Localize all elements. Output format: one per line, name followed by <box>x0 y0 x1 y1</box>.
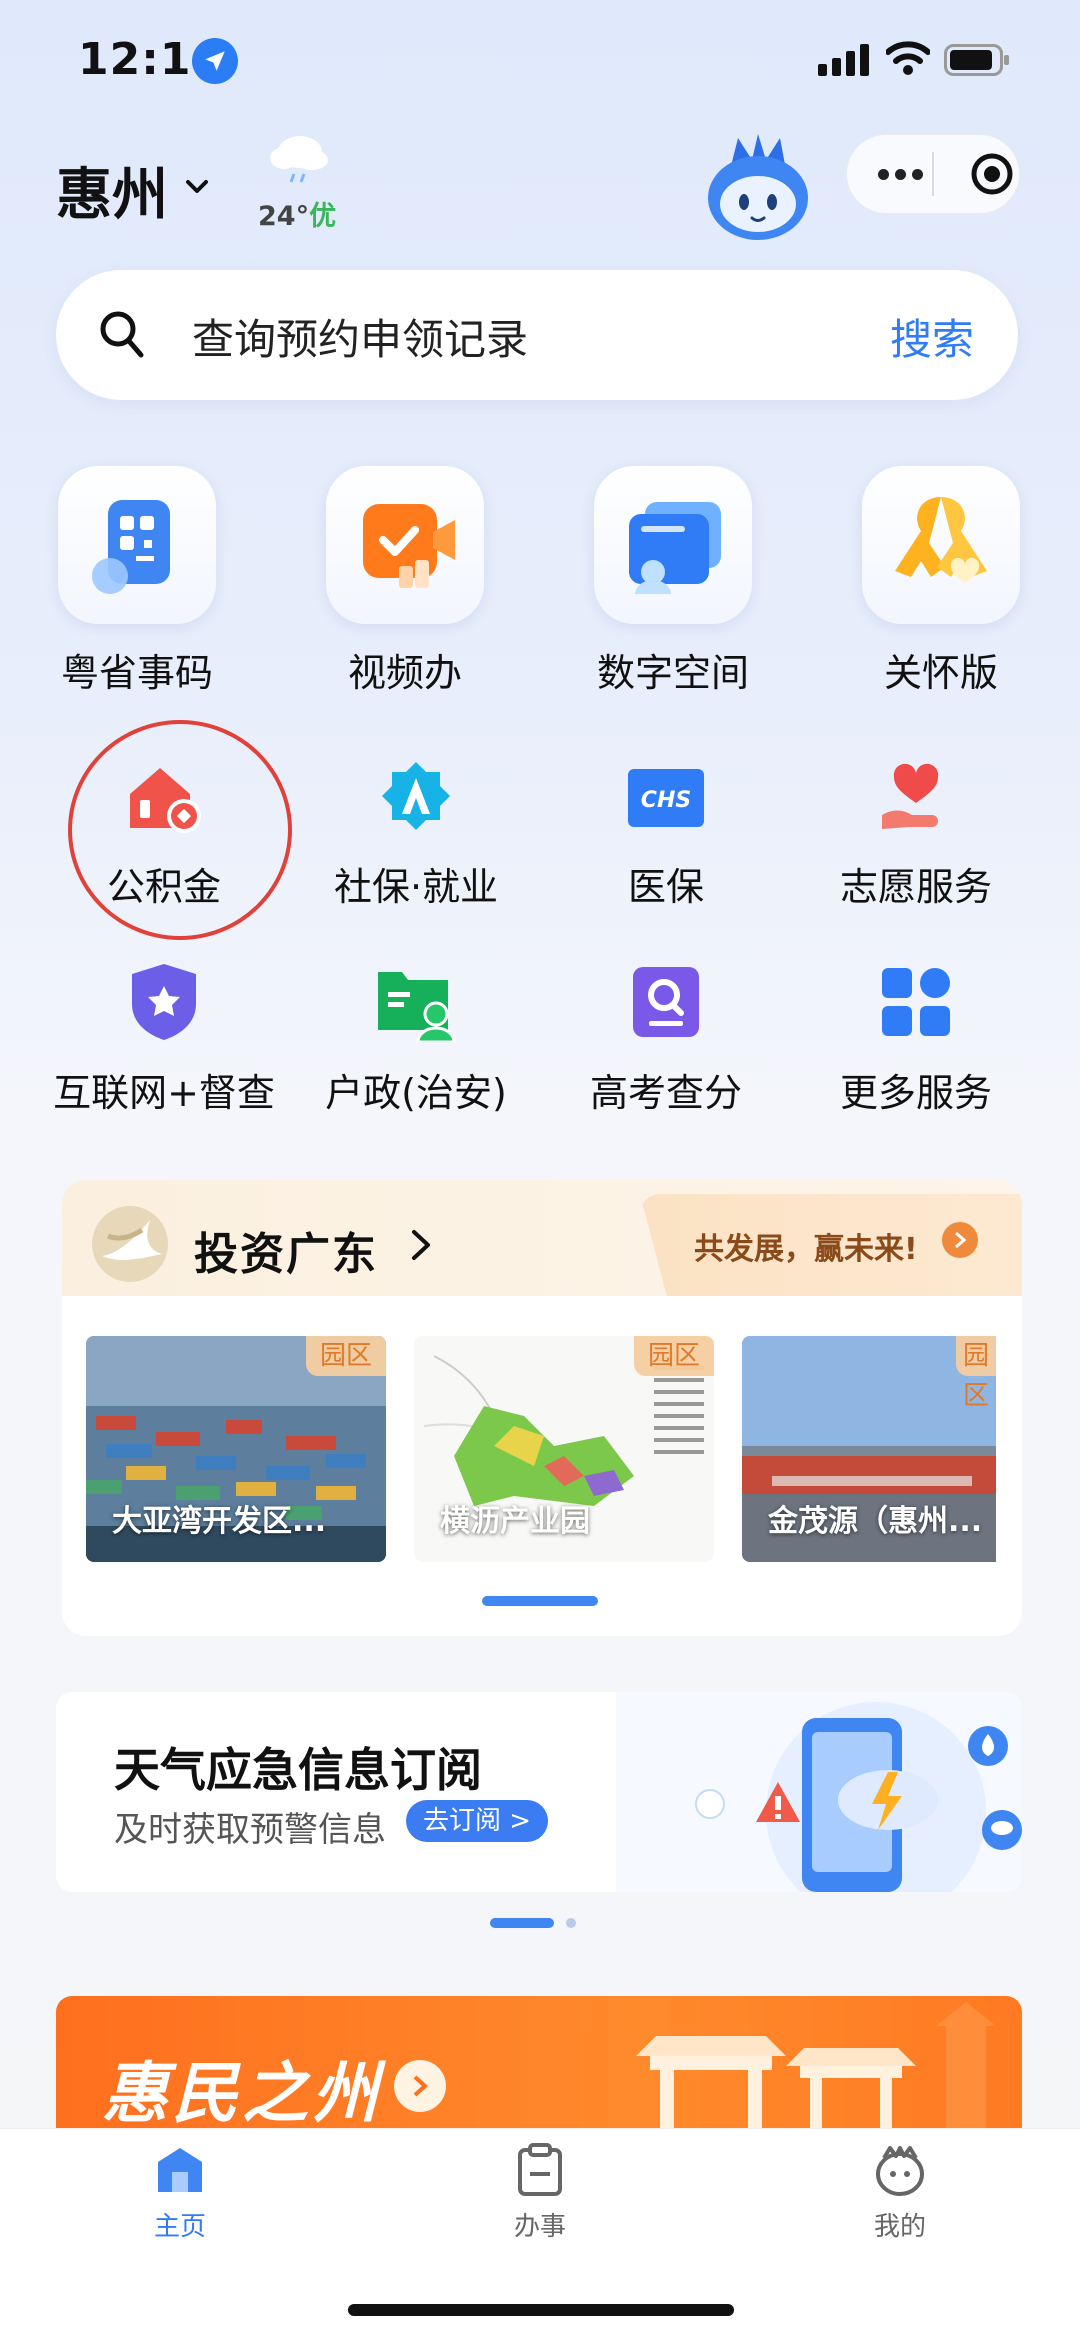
tab-tasks[interactable]: 办事 <box>440 2142 640 2243</box>
volunteer-icon[interactable] <box>876 758 956 838</box>
tile-video[interactable] <box>326 466 484 624</box>
tab-label: 我的 <box>873 2212 926 2242</box>
tile-digital-space[interactable] <box>594 466 752 624</box>
park-card[interactable]: 园区 横沥产业园 <box>414 1336 714 1562</box>
cloud-rain-icon <box>270 136 328 183</box>
social-security-icon[interactable] <box>376 758 456 838</box>
arrow-right-circle-icon[interactable] <box>942 1222 978 1258</box>
invest-title[interactable]: 投资广东 <box>194 1218 378 1282</box>
tile-qr-code[interactable] <box>58 466 216 624</box>
digital-space-icon <box>594 466 752 624</box>
care-ribbon-icon <box>862 466 1020 624</box>
tab-home[interactable]: 主页 <box>80 2142 280 2243</box>
signal-icon <box>818 44 869 76</box>
park-name: 横沥产业园 <box>440 1504 590 1539</box>
qr-code-icon <box>58 466 216 624</box>
tile-label: 关怀版 <box>883 651 998 695</box>
park-name: 大亚湾开发区... <box>112 1504 327 1539</box>
chevron-down-icon[interactable] <box>182 172 212 202</box>
more-services-icon[interactable] <box>876 962 956 1042</box>
park-card[interactable]: 园区 金茂源（惠州... <box>742 1336 996 1562</box>
assistant-mascot-icon[interactable] <box>700 130 816 244</box>
close-miniapp-icon[interactable] <box>968 150 1016 198</box>
air-quality: 优 <box>309 201 337 232</box>
supervision-shield-icon[interactable] <box>124 962 204 1042</box>
arrow-right-circle-icon[interactable] <box>394 2060 446 2112</box>
chevron-right-icon[interactable] <box>408 1228 434 1262</box>
wifi-icon <box>886 41 930 75</box>
park-card[interactable]: 园区 大亚湾开发区... <box>86 1336 386 1562</box>
home-indicator <box>348 2304 734 2316</box>
tile-label: 数字空间 <box>596 651 749 695</box>
park-tag: 园区 <box>634 1336 714 1376</box>
park-tag: 园区 <box>956 1336 996 1411</box>
tile-care[interactable] <box>862 466 1020 624</box>
tab-label: 主页 <box>153 2212 206 2242</box>
highlight-circle <box>68 720 292 940</box>
park-tag: 园区 <box>306 1336 386 1376</box>
banner-page-indicator-active <box>490 1918 554 1928</box>
banner-subtitle: 及时获取预警信息 <box>114 1810 386 1850</box>
capsule-divider <box>932 152 934 196</box>
tile-label: 粤省事码 <box>60 651 213 695</box>
search-input[interactable]: 查询预约申领记录 <box>192 306 528 367</box>
service-label[interactable]: 医保 <box>536 856 796 911</box>
home-icon <box>158 2148 202 2192</box>
carousel-indicator <box>482 1596 598 1606</box>
banner-title: 天气应急信息订阅 <box>114 1743 482 1797</box>
battery-icon <box>944 44 1009 76</box>
temperature: 24° <box>258 201 310 232</box>
banner-page-indicator <box>566 1918 576 1928</box>
video-call-icon <box>326 466 484 624</box>
profile-mascot-icon <box>876 2146 924 2196</box>
weather-alert-banner[interactable]: 天气应急信息订阅 及时获取预警信息 去订阅 > <box>56 1692 1022 1892</box>
service-label[interactable]: 志愿服务 <box>786 856 1046 911</box>
tile-label: 视频办 <box>347 651 462 695</box>
search-icon <box>100 311 144 358</box>
service-label[interactable]: 社保·就业 <box>286 856 546 911</box>
medical-insurance-icon[interactable]: CHS <box>626 758 706 838</box>
weather-info[interactable]: 24°优 <box>258 194 336 233</box>
household-registration-icon[interactable] <box>376 962 456 1042</box>
invest-logo-icon <box>92 1206 168 1282</box>
chs-badge: CHS <box>641 788 691 813</box>
service-label[interactable]: 高考查分 <box>536 1062 796 1117</box>
more-icon[interactable] <box>870 150 930 198</box>
search-button[interactable]: 搜索 <box>890 306 974 367</box>
location-arrow-icon <box>192 38 238 84</box>
exam-score-icon[interactable] <box>626 962 706 1042</box>
clipboard-icon <box>518 2143 562 2196</box>
promo-title: 惠民之州 <box>102 2055 382 2132</box>
service-label[interactable]: 互联网+督查 <box>34 1062 294 1117</box>
park-name: 金茂源（惠州... <box>768 1504 983 1539</box>
tab-label: 办事 <box>513 2212 566 2242</box>
service-label[interactable]: 户政(治安) <box>286 1062 546 1117</box>
invest-guangdong-card: 投资广东 共发展，赢未来! 园区 大亚湾开发区... 园区 横沥产业园 园区 金… <box>62 1180 1022 1636</box>
service-label[interactable]: 更多服务 <box>786 1062 1046 1117</box>
invest-slogan[interactable]: 共发展，赢未来! <box>694 1224 918 1268</box>
city-selector[interactable]: 惠州 <box>56 150 168 231</box>
tab-profile[interactable]: 我的 <box>800 2142 1000 2243</box>
subscribe-button[interactable]: 去订阅 > <box>406 1800 548 1842</box>
phone-alert-illustration <box>616 1692 1022 1892</box>
